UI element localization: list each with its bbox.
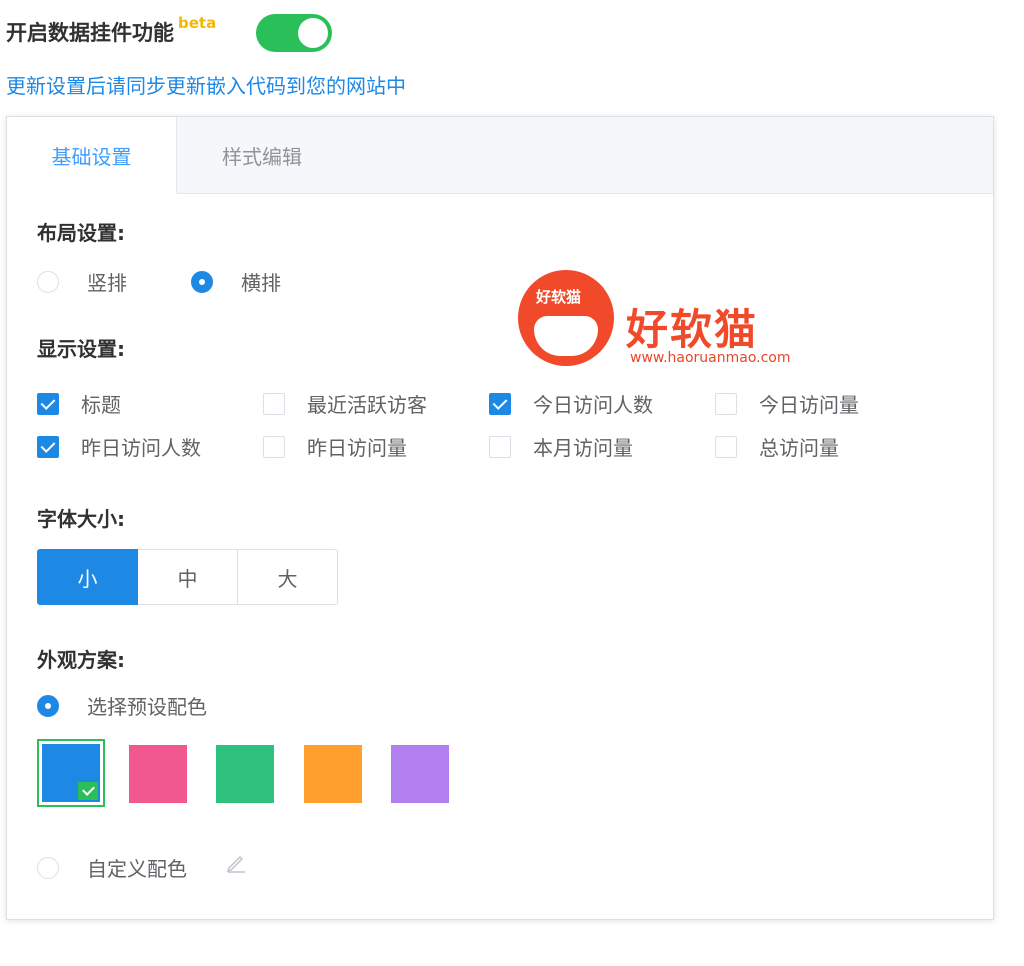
toggle-knob: [298, 18, 328, 48]
swatch-pink[interactable]: [129, 745, 187, 803]
checkbox-label: 昨日访问人数: [81, 436, 201, 460]
enable-widget-toggle[interactable]: [256, 14, 332, 52]
display-section-title: 显示设置:: [37, 337, 125, 361]
radio-label: 选择预设配色: [87, 695, 207, 719]
checkbox-label: 本月访问量: [533, 436, 633, 460]
swatch-purple[interactable]: [391, 745, 449, 803]
swatch-green[interactable]: [216, 745, 274, 803]
swatch-orange[interactable]: [304, 745, 362, 803]
radio-label: 自定义配色: [87, 857, 187, 881]
checkbox-box: [489, 392, 511, 415]
sync-note: 更新设置后请同步更新嵌入代码到您的网站中: [6, 74, 406, 98]
tab-style-editor[interactable]: 样式编辑: [177, 117, 347, 194]
font-size-small-button[interactable]: 小: [37, 549, 138, 605]
checkbox-label: 标题: [81, 393, 121, 417]
checkbox-box: [715, 392, 737, 415]
cat-face-icon: [534, 316, 598, 356]
layout-horizontal-radio[interactable]: 横排: [191, 267, 281, 296]
checkbox-yesterday-views[interactable]: 昨日访问量: [263, 432, 407, 461]
checkbox-box: [37, 392, 59, 415]
checkbox-label: 今日访问人数: [533, 393, 653, 417]
layout-section-title: 布局设置:: [37, 221, 125, 245]
checkbox-box: [715, 435, 737, 458]
checkbox-today-visitors[interactable]: 今日访问人数: [489, 389, 653, 418]
settings-card: 基础设置 样式编辑 布局设置: 竖排 横排 显示设置: 标题 最近活跃访客 今日…: [6, 116, 994, 920]
watermark-url: www.haoruanmao.com: [630, 350, 791, 366]
font-size-button-group: 小 中 大: [37, 549, 338, 605]
radio-label: 竖排: [87, 271, 127, 295]
checkbox-box: [37, 435, 59, 458]
radio-circle-checked: [37, 694, 59, 717]
header-row: 开启数据挂件功能 beta: [6, 12, 216, 52]
check-icon: [78, 782, 98, 800]
watermark-brand: 好软猫: [626, 305, 759, 354]
watermark: 好软猫 好软猫 www.haoruanmao.com: [518, 270, 808, 366]
radio-circle-checked: [191, 270, 213, 293]
checkbox-label: 总访问量: [759, 436, 839, 460]
custom-color-radio[interactable]: 自定义配色: [37, 853, 187, 882]
cat-logo: 好软猫: [518, 270, 614, 366]
tab-bar: 基础设置 样式编辑: [7, 117, 993, 194]
checkbox-today-views[interactable]: 今日访问量: [715, 389, 859, 418]
widget-settings-page: 开启数据挂件功能 beta 更新设置后请同步更新嵌入代码到您的网站中 基础设置 …: [0, 0, 1024, 966]
checkbox-title[interactable]: 标题: [37, 389, 121, 418]
swatch-blue[interactable]: [42, 744, 100, 802]
checkbox-label: 昨日访问量: [307, 436, 407, 460]
checkbox-total-views[interactable]: 总访问量: [715, 432, 839, 461]
feature-title: 开启数据挂件功能: [6, 21, 174, 45]
radio-label: 横排: [241, 271, 281, 295]
checkbox-label: 今日访问量: [759, 393, 859, 417]
checkbox-month-views[interactable]: 本月访问量: [489, 432, 633, 461]
checkbox-yesterday-visitors[interactable]: 昨日访问人数: [37, 432, 201, 461]
font-size-large-button[interactable]: 大: [237, 549, 338, 605]
tab-basic-settings[interactable]: 基础设置: [7, 117, 177, 194]
checkbox-recent-visitors[interactable]: 最近活跃访客: [263, 389, 427, 418]
checkbox-label: 最近活跃访客: [307, 393, 427, 417]
beta-badge: beta: [178, 14, 217, 32]
font-size-section-title: 字体大小:: [37, 507, 125, 531]
layout-vertical-radio[interactable]: 竖排: [37, 267, 127, 296]
edit-pencil-icon[interactable]: [225, 851, 247, 873]
checkbox-box: [263, 435, 285, 458]
checkbox-box: [489, 435, 511, 458]
watermark-logo-text: 好软猫: [536, 288, 582, 306]
font-size-medium-button[interactable]: 中: [137, 549, 238, 605]
checkbox-box: [263, 392, 285, 415]
radio-circle: [37, 856, 59, 879]
appearance-section-title: 外观方案:: [37, 648, 125, 672]
preset-color-radio[interactable]: 选择预设配色: [37, 691, 207, 720]
radio-circle: [37, 270, 59, 293]
